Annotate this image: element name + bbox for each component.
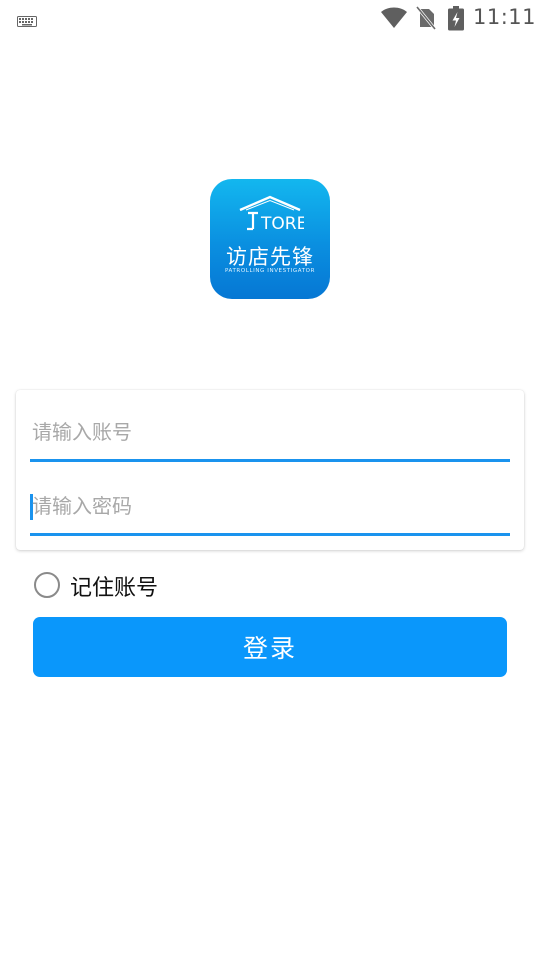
wifi-icon bbox=[380, 6, 408, 34]
logo-tagline: PATROLLING INVESTIGATOR bbox=[224, 268, 316, 274]
status-time: 11:11 bbox=[473, 5, 537, 29]
password-field bbox=[30, 480, 512, 536]
login-button[interactable]: 登录 bbox=[33, 617, 507, 677]
keyboard-icon bbox=[17, 12, 37, 31]
account-input[interactable] bbox=[30, 406, 512, 458]
logo-app-name: 访店先锋 bbox=[226, 245, 314, 269]
store-mark-icon: TORE bbox=[236, 195, 307, 239]
password-input[interactable] bbox=[30, 480, 512, 532]
account-field bbox=[30, 406, 512, 462]
battery-charging-icon bbox=[447, 6, 465, 36]
logo-mark-text: TORE bbox=[260, 214, 304, 234]
remember-radio[interactable] bbox=[34, 572, 60, 598]
remember-account-checkbox[interactable]: 记住账号 bbox=[34, 569, 234, 601]
status-bar: 11:11 bbox=[0, 0, 540, 36]
remember-account-label: 记住账号 bbox=[70, 576, 159, 601]
login-card bbox=[16, 390, 524, 550]
no-sim-icon bbox=[415, 6, 437, 34]
app-logo: TORE 访店先锋 PATROLLING INVESTIGATOR bbox=[210, 179, 330, 299]
